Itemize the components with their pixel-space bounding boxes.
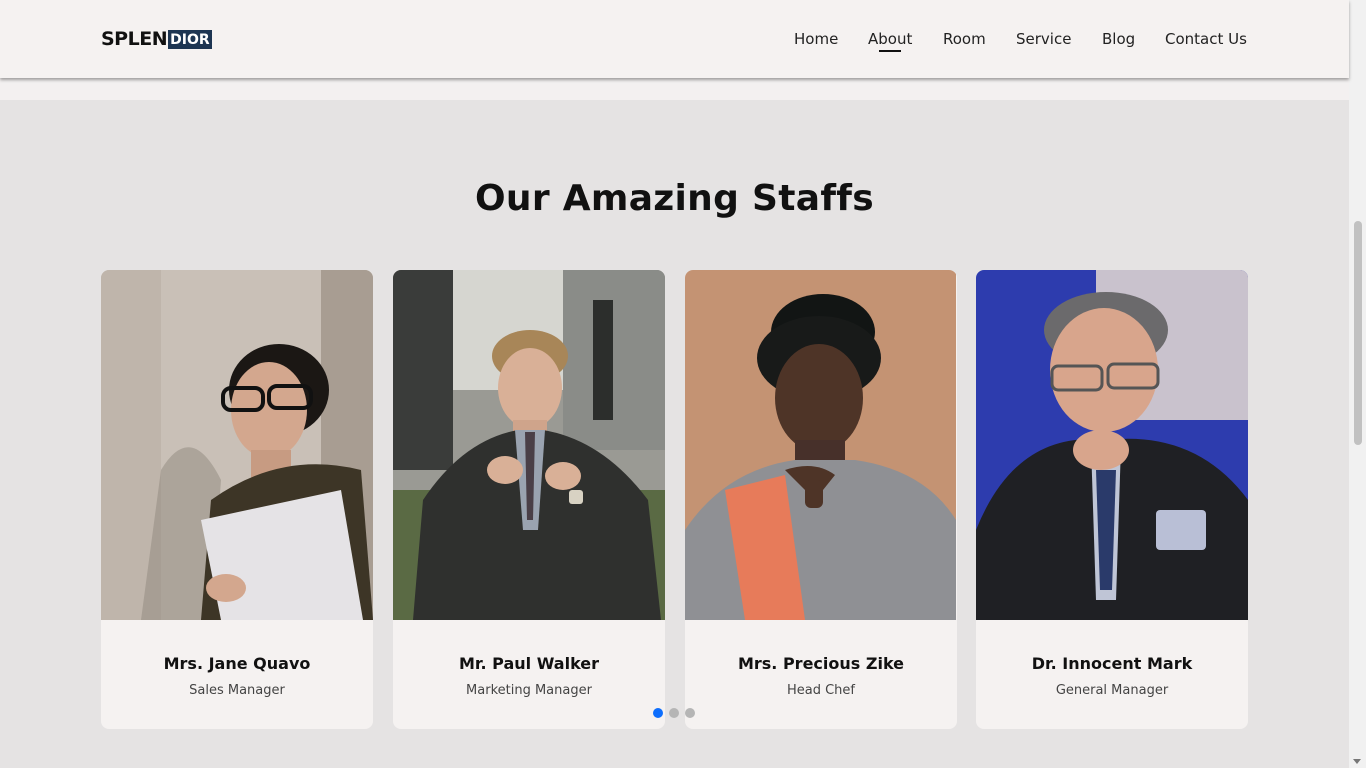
staff-name: Mr. Paul Walker xyxy=(458,654,600,673)
woman-portrait-photo xyxy=(685,270,957,620)
staff-name: Dr. Innocent Mark xyxy=(1031,654,1193,673)
staff-role: General Manager xyxy=(1055,683,1169,698)
nav-contact-us[interactable]: Contact Us xyxy=(1165,30,1247,48)
staff-role: Marketing Manager xyxy=(466,683,592,698)
scroll-down-arrow-icon[interactable] xyxy=(1353,759,1361,764)
man-glasses-photo xyxy=(976,270,1248,620)
main-nav: Home About Room Service Blog Contact Us xyxy=(0,30,1349,54)
carousel-dot-3[interactable] xyxy=(685,708,695,718)
nav-home[interactable]: Home xyxy=(794,30,838,48)
woman-glasses-photo xyxy=(101,270,373,620)
scrollbar-thumb[interactable] xyxy=(1354,221,1362,445)
staff-card[interactable]: Mr. Paul Walker Marketing Manager xyxy=(393,270,665,729)
staff-role: Head Chef xyxy=(786,683,855,698)
carousel-dot-2[interactable] xyxy=(669,708,679,718)
staff-card[interactable]: Dr. Innocent Mark General Manager xyxy=(976,270,1248,729)
staff-role: Sales Manager xyxy=(189,683,285,698)
nav-about[interactable]: About xyxy=(868,30,912,52)
section-title: Our Amazing Staffs xyxy=(475,178,874,219)
staff-card[interactable]: Mrs. Jane Quavo Sales Manager xyxy=(101,270,373,729)
carousel-dots xyxy=(653,708,695,718)
nav-room[interactable]: Room xyxy=(943,30,986,48)
staff-name: Mrs. Jane Quavo xyxy=(163,654,311,673)
staff-card[interactable]: Mrs. Precious Zike Head Chef xyxy=(685,270,957,729)
site-header: SPLEN DIOR Home About Room Service Blog … xyxy=(0,0,1349,78)
scrollbar[interactable] xyxy=(1349,0,1366,768)
nav-service[interactable]: Service xyxy=(1016,30,1071,48)
header-spacer-band xyxy=(0,78,1349,100)
man-suit-photo xyxy=(393,270,665,620)
carousel-dot-1[interactable] xyxy=(653,708,663,718)
staff-name: Mrs. Precious Zike xyxy=(737,654,905,673)
nav-blog[interactable]: Blog xyxy=(1102,30,1135,48)
